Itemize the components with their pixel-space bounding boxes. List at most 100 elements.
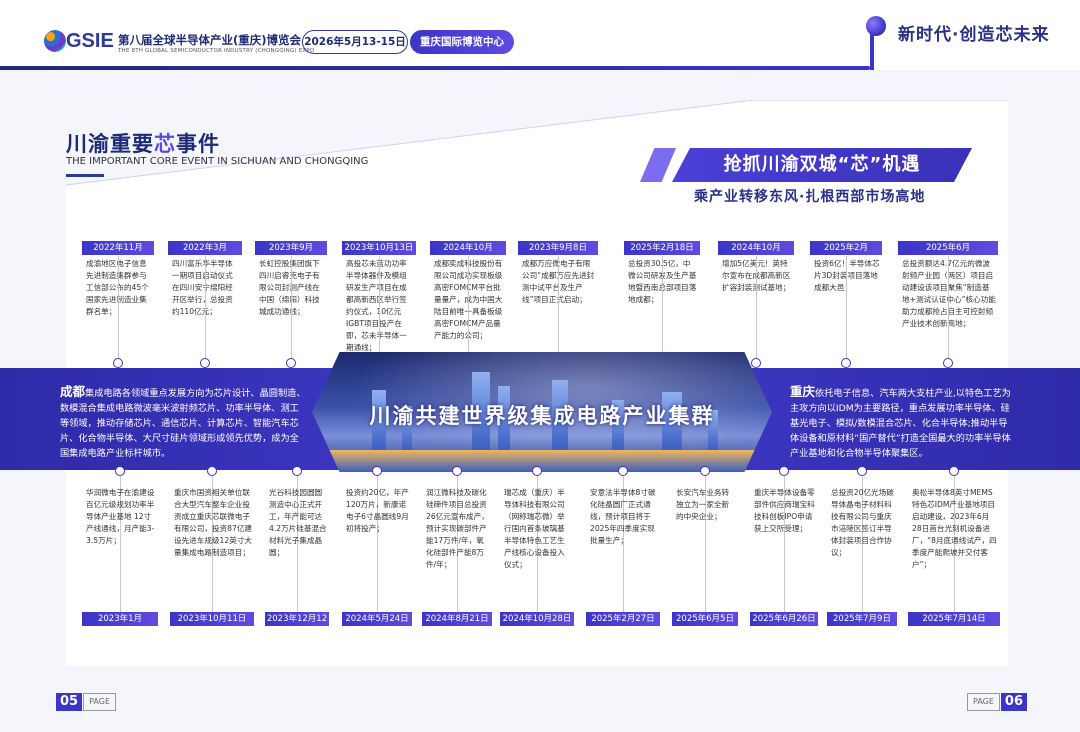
top-event-text: 投资6亿！半导体芯片3D封装项目落地成都大邑； (814, 259, 880, 292)
expo-venue: 重庆国际博览中心 (410, 30, 514, 54)
top-event-text: 增加5亿美元！英特尔宣布在成都高新区扩容封装测试基地； (722, 259, 791, 292)
bottom-event-text: 华润微电子在渝建设百亿元级规划功率半导体产业基地 12寸产线通线，月产能3-3.… (86, 488, 155, 545)
bottom-event-date: 2025年6月26日 (750, 612, 818, 626)
bottom-event-node (292, 466, 302, 476)
top-event-node (841, 358, 851, 368)
bottom-event-text: 重庆半导体设备零部件供应商瑞宝科技科创板IPO申请获上交所受理； (754, 488, 815, 533)
bottom-event-text: 润江微科技及碳化硅碲件项目总投资26亿元宣布成产，预计实现碳部件产能17万件/年… (426, 488, 489, 569)
top-event-connector (948, 256, 949, 362)
expo-title-cn: 第八届全球半导体产业(重庆)博览会 (118, 33, 302, 47)
header-ball-icon (866, 16, 886, 36)
section-title: 川渝重要芯事件 (66, 128, 220, 158)
top-event-text: 成都奕成科技股份有限公司成功实现板级高密FOMCM平台批量量产，成为中国大陆目前… (434, 259, 503, 340)
page-label-right: PAGE (967, 693, 1000, 711)
bottom-event-text: 重庆市国资相关单位联合大型汽车整车企业投资成立重庆芯联微电子有限公司，投资87亿… (174, 488, 252, 557)
top-event-text: 高投芯未蓝功功率半导体器件及模组研发生产项目在成都高新西区举行签约仪式，10亿元… (346, 259, 407, 352)
opportunity-banner: 抢抓川渝双城“芯”机遇 (672, 148, 972, 182)
bottom-event-date: 2025年6月5日 (672, 612, 738, 626)
top-event-connector (846, 256, 847, 362)
bottom-event-node (115, 466, 125, 476)
top-event-text: 成渝地区电子信息先进制造集群参与工信部公布的45个国家先进制造业集群名单； (86, 259, 149, 316)
bottom-event-date: 2024年8月21日 (422, 612, 492, 626)
top-event-node (113, 358, 123, 368)
bottom-event-date: 2025年2月27日 (586, 612, 660, 626)
top-event-date: 2024年10月 (718, 241, 794, 255)
chengdu-summary: 成都集成电路各领域重点发展方向为芯片设计、晶圆制造、数模混合集成电路微波毫米波射… (60, 384, 306, 461)
top-event-node (751, 358, 761, 368)
chengdu-text: 集成电路各领域重点发展方向为芯片设计、晶圆制造、数模混合集成电路微波毫米波射频芯… (60, 388, 306, 459)
bottom-event-text: 投资约20亿，年产120万片，新康诺电子6寸晶圆线9月初将投产； (346, 488, 409, 533)
logo-text: GSIE (66, 30, 114, 52)
expo-title-en: THE 8TH GLOBAL SEMICONDUCTOR INDUSTRY (C… (118, 48, 315, 54)
bottom-event-text: 安意法半导体8寸碳化硅晶圆厂正式通线，预计项目将于2025年四季度实现批量生产； (590, 488, 656, 545)
gsie-logo: GSIE (44, 28, 114, 54)
top-event-date: 2025年2月 (810, 241, 882, 255)
header-divider (0, 66, 870, 70)
top-event-date: 2023年9月 (255, 241, 327, 255)
bottom-event-node (207, 466, 217, 476)
bottom-event-node (532, 466, 542, 476)
top-event-text: 长虹控股集团旗下四川启睿克电子有限公司封测产线在中国（绵阳）科技城成功通线； (259, 259, 320, 316)
section-title-underline (66, 174, 104, 177)
logo-mark-icon (44, 30, 66, 52)
bottom-event-node (618, 466, 628, 476)
top-event-date: 2022年11月 (82, 241, 154, 255)
chengdu-name: 成都 (60, 384, 86, 399)
bottom-event-text: 奥松半导体8英寸MEMS特色芯IDM产业基地项目启动建设，2023年6月28日首… (912, 488, 997, 569)
top-event-date: 2025年6月 (898, 241, 998, 255)
expo-header: GSIE 第八届全球半导体产业(重庆)博览会 THE 8TH GLOBAL SE… (0, 0, 1080, 70)
top-event-node (200, 358, 210, 368)
bottom-event-date: 2023年12月12日 (265, 612, 329, 638)
bottom-event-node (700, 466, 710, 476)
page-number-right-value: 06 (1000, 693, 1027, 711)
top-event-text: 成都万应微电子有限公司“成都万应先进封测中试平台及生产线”项目正式启动； (522, 259, 595, 304)
bottom-event-text: 长安汽车业务转独立为一家全新的中央企业； (676, 488, 730, 521)
section-title-prefix: 川渝重要 (66, 132, 154, 156)
top-event-connector (118, 256, 119, 362)
bottom-event-date: 2025年7月14日 (908, 612, 1000, 626)
hero-title: 川渝共建世界级集成电路产业集群 (369, 404, 715, 428)
top-event-node (943, 358, 953, 368)
bottom-event-date: 2024年10月28日 (500, 612, 574, 626)
top-event-node (286, 358, 296, 368)
expo-date: 2026年5月13-15日 (302, 30, 408, 54)
bottom-event-text: 光谷科技园圆圆测造中心正式开工，年产能可达4.2万片硅基混合材料光子集成晶圆； (269, 488, 327, 557)
top-event-date: 2023年10月13日 (342, 241, 416, 255)
bottom-event-text: 瑞芯成（重庆）半导体科技有限公司（网称瑞芯微）举行国内首条玻璃基半导体特色工艺生… (504, 488, 565, 569)
top-event-connector (756, 256, 757, 362)
top-event-text: 总投资30.5亿，中微公司研发及生产基地暨西南总部项目落地成都； (628, 259, 697, 304)
page-number-left: 05 PAGE (56, 693, 117, 712)
section-title-highlight: 芯 (154, 132, 176, 156)
opportunity-subtitle: 乘产业转移东风·扎根西部市场高地 (694, 189, 926, 205)
bottom-event-text: 总投资20亿光场碳导体晶电子材料科技有限公司与重庆市涪陵区签订半导体封装项目合作… (831, 488, 894, 557)
top-event-connector (205, 256, 206, 362)
bottom-event-node (779, 466, 789, 476)
top-event-date: 2023年9月8日 (518, 241, 598, 255)
top-event-text: 总投资额达4.7亿元的微波射频产业园（两区）项目启动建设该项目聚焦“制造基地+测… (902, 259, 996, 328)
bottom-event-node (372, 466, 382, 476)
top-event-date: 2024年10月 (430, 241, 506, 255)
bottom-event-date: 2024年5月24日 (342, 612, 412, 626)
top-event-date: 2025年2月18日 (624, 241, 700, 255)
top-event-text: 四川富乐华半导体一期项目启动仪式在四川安宁绵阳经开区举行，总投资约110亿元； (172, 259, 233, 316)
bottom-event-date: 2023年1月 (82, 612, 158, 626)
bottom-event-date: 2025年7月9日 (827, 612, 897, 626)
bottom-event-node (452, 466, 462, 476)
bottom-event-node (949, 466, 959, 476)
bottom-event-node (857, 466, 867, 476)
top-event-connector (379, 256, 380, 362)
expo-slogan: 新时代·创造芯未来 (898, 25, 1050, 45)
page-number-right: PAGE 06 (966, 693, 1027, 712)
top-event-connector (468, 256, 469, 362)
chongqing-summary: 重庆依托电子信息、汽车两大支柱产业,以特色工艺为主攻方向以IDM为主要路径，重点… (790, 384, 1016, 461)
page-number-left-value: 05 (56, 693, 83, 711)
page-label-left: PAGE (83, 693, 116, 711)
section-title-suffix: 事件 (176, 132, 220, 156)
header-divider-stem (870, 34, 874, 70)
top-event-connector (558, 256, 559, 362)
bottom-event-date: 2023年10月11日 (170, 612, 254, 626)
top-event-connector (662, 256, 663, 362)
top-event-date: 2022年3月 (168, 241, 242, 255)
chongqing-name: 重庆 (790, 384, 816, 399)
section-title-en: THE IMPORTANT CORE EVENT IN SICHUAN AND … (66, 156, 369, 167)
